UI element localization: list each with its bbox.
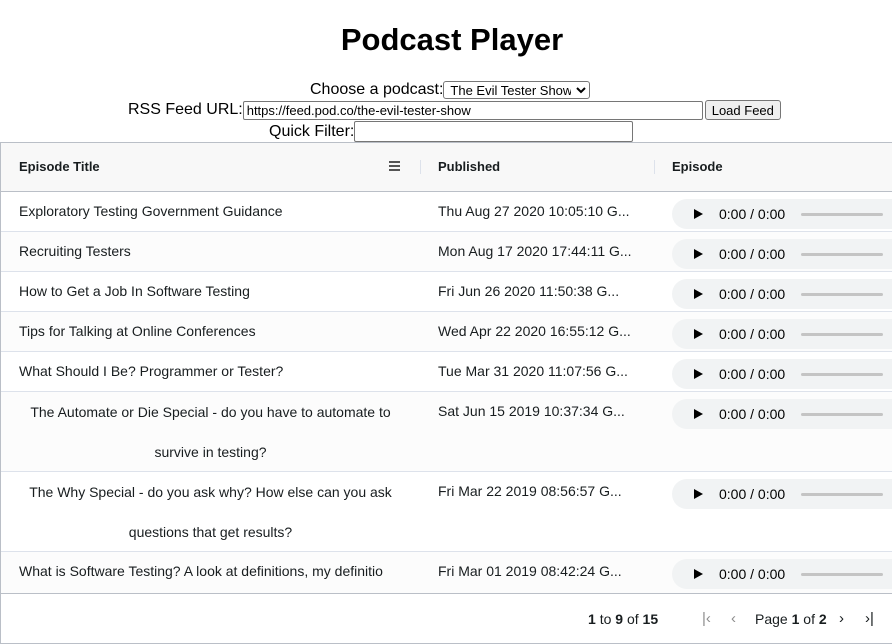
column-header-published[interactable]: Published [438,143,500,191]
audio-time: 0:00 / 0:00 [719,486,786,502]
audio-progress-slider[interactable] [801,213,883,216]
table-row[interactable]: Recruiting Testers Mon Aug 17 2020 17:44… [1,232,892,272]
published-cell: Fri Mar 22 2019 08:56:57 G... [438,483,622,499]
episode-title-cell: Exploratory Testing Government Guidance [19,203,283,219]
episode-title-cell: What Should I Be? Programmer or Tester? [19,363,284,379]
published-cell: Wed Apr 22 2020 16:55:12 G... [438,323,631,339]
range-to: 9 [615,611,624,627]
table-row[interactable]: What is Software Testing? A look at defi… [1,552,892,594]
page-total: 2 [818,611,827,627]
table-row[interactable]: Exploratory Testing Government Guidance … [1,192,892,232]
last-page-icon[interactable]: ›| [865,594,874,643]
audio-progress-slider[interactable] [801,253,883,256]
rss-url-input[interactable] [242,100,703,120]
column-resize-handle[interactable] [654,160,655,174]
rss-row: RSS Feed URL: Load Feed [128,100,781,120]
table-row[interactable]: The Why Special - do you ask why? How el… [1,472,892,552]
row-summary: 1 to 9 of 15 [588,594,659,643]
episode-title-cell: How to Get a Job In Software Testing [19,283,250,299]
audio-time: 0:00 / 0:00 [719,206,786,222]
audio-progress-slider[interactable] [801,293,883,296]
next-page-icon[interactable]: › [839,594,844,643]
choose-podcast-label: Choose a podcast: [310,81,444,98]
audio-time: 0:00 / 0:00 [719,286,786,302]
filter-row: Quick Filter: [269,121,634,142]
published-cell: Fri Jun 26 2020 11:50:38 G... [438,283,620,299]
audio-progress-slider[interactable] [801,573,883,576]
audio-player[interactable]: 0:00 / 0:00 [672,199,892,229]
rss-label: RSS Feed URL: [128,101,243,118]
table-row[interactable]: How to Get a Job In Software Testing Fri… [1,272,892,312]
column-header-episode-title[interactable]: Episode Title [19,143,100,191]
play-icon[interactable] [694,289,703,299]
range-from: 1 [588,611,596,627]
published-cell: Mon Aug 17 2020 17:44:11 G... [438,243,632,259]
pagination-panel: 1 to 9 of 15 |‹ ‹ Page 1 of 2 › ›| [1,593,892,643]
page-summary: Page 1 of 2 [755,594,827,643]
table-row[interactable]: What Should I Be? Programmer or Tester? … [1,352,892,392]
page-title: Podcast Player [340,22,564,57]
episode-title-cell: What is Software Testing? A look at defi… [19,563,383,579]
audio-player[interactable]: 0:00 / 0:00 [672,559,892,589]
grid-header: Episode Title Published Episode [1,143,892,192]
grid-body: Exploratory Testing Government Guidance … [1,192,892,594]
audio-player[interactable]: 0:00 / 0:00 [672,479,892,509]
play-icon[interactable] [694,569,703,579]
audio-player[interactable]: 0:00 / 0:00 [672,359,892,389]
row-total: 15 [642,611,659,627]
quick-filter-label: Quick Filter: [269,122,355,140]
audio-time: 0:00 / 0:00 [719,366,786,382]
audio-player[interactable]: 0:00 / 0:00 [672,279,892,309]
published-cell: Fri Mar 01 2019 08:42:24 G... [438,563,622,579]
play-icon[interactable] [694,329,703,339]
column-header-episode[interactable]: Episode [672,143,723,191]
play-icon[interactable] [694,489,703,499]
column-resize-handle[interactable] [420,160,421,174]
podcast-select[interactable]: The Evil Tester Show [443,81,591,99]
page-text: Page [755,611,788,627]
published-cell: Thu Aug 27 2020 10:05:10 G... [438,203,630,219]
column-menu-icon[interactable] [389,161,400,172]
of-text: of [626,611,639,627]
play-icon[interactable] [694,409,703,419]
page-current: 1 [791,611,800,627]
load-feed-button[interactable]: Load Feed [704,100,781,120]
audio-progress-slider[interactable] [801,493,883,496]
episode-title-cell: Tips for Talking at Online Conferences [19,323,256,339]
episode-title-cell: Recruiting Testers [19,243,131,259]
audio-progress-slider[interactable] [801,373,883,376]
audio-time: 0:00 / 0:00 [719,326,786,342]
play-icon[interactable] [694,249,703,259]
table-row[interactable]: The Automate or Die Special - do you hav… [1,392,892,472]
published-cell: Sat Jun 15 2019 10:37:34 G... [438,403,625,419]
audio-player[interactable]: 0:00 / 0:00 [672,239,892,269]
audio-time: 0:00 / 0:00 [719,566,786,582]
episode-title-cell: The Why Special - do you ask why? How el… [29,484,392,540]
episode-grid: Episode Title Published Episode Explorat… [0,142,892,644]
published-cell: Tue Mar 31 2020 11:07:56 G... [438,363,628,379]
audio-progress-slider[interactable] [801,413,883,416]
quick-filter-input[interactable] [354,121,634,142]
play-icon[interactable] [694,209,703,219]
page-of-text: of [803,611,815,627]
first-page-icon[interactable]: |‹ [702,594,711,643]
audio-progress-slider[interactable] [801,333,883,336]
episode-title-cell: The Automate or Die Special - do you hav… [30,404,391,460]
previous-page-icon[interactable]: ‹ [731,594,736,643]
podcast-select-row: Choose a podcast: The Evil Tester Show [310,81,591,99]
to-text: to [599,611,612,627]
audio-time: 0:00 / 0:00 [719,246,786,262]
audio-time: 0:00 / 0:00 [719,406,786,422]
table-row[interactable]: Tips for Talking at Online Conferences W… [1,312,892,352]
audio-player[interactable]: 0:00 / 0:00 [672,319,892,349]
play-icon[interactable] [694,369,703,379]
audio-player[interactable]: 0:00 / 0:00 [672,399,892,429]
